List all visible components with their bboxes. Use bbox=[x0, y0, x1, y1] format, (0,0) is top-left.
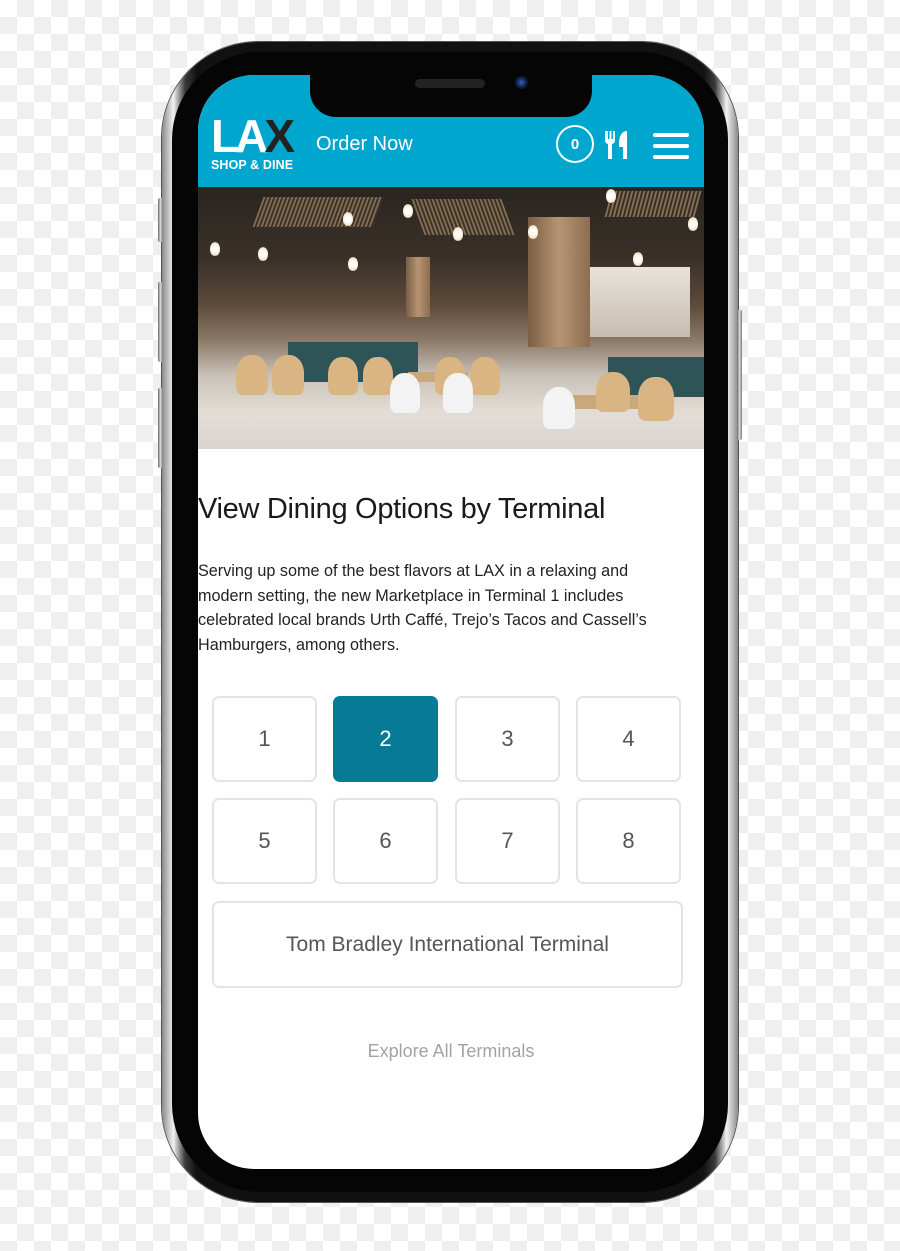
chair bbox=[543, 387, 575, 429]
pillar bbox=[528, 217, 590, 347]
terminal-2-button[interactable]: 2 bbox=[333, 696, 438, 782]
chair bbox=[363, 357, 393, 395]
speaker-grille bbox=[415, 79, 485, 88]
pendant-light bbox=[688, 217, 698, 231]
pendant-light bbox=[210, 242, 220, 256]
pendant-light bbox=[606, 189, 616, 203]
page-title: View Dining Options by Terminal bbox=[198, 493, 606, 525]
pendant-light bbox=[633, 252, 643, 266]
menu-line bbox=[653, 133, 689, 137]
pendant-light bbox=[348, 257, 358, 271]
ceiling-panel bbox=[411, 199, 515, 235]
phone-screen: LAX SHOP & DINE Order Now 0 View Dining … bbox=[198, 75, 704, 1169]
chair bbox=[596, 372, 630, 412]
chair bbox=[470, 357, 500, 395]
fork-knife-icon[interactable] bbox=[604, 130, 630, 160]
terminal-6-button[interactable]: 6 bbox=[333, 798, 438, 884]
terminal-5-button[interactable]: 5 bbox=[212, 798, 317, 884]
terminal-8-button[interactable]: 8 bbox=[576, 798, 681, 884]
cart-count: 0 bbox=[570, 135, 580, 153]
logo-x: X bbox=[264, 110, 295, 162]
pendant-light bbox=[528, 225, 538, 239]
pendant-light bbox=[343, 212, 353, 226]
shop-counter bbox=[590, 267, 690, 337]
logo-text: LA bbox=[211, 110, 268, 162]
chair bbox=[443, 373, 473, 413]
hero-image bbox=[198, 187, 704, 449]
intro-paragraph: Serving up some of the best flavors at L… bbox=[198, 562, 647, 654]
logo-subtitle: SHOP & DINE bbox=[211, 158, 294, 172]
terminal-4-button[interactable]: 4 bbox=[576, 696, 681, 782]
mute-switch bbox=[158, 198, 163, 242]
terminal-1-button[interactable]: 1 bbox=[212, 696, 317, 782]
volume-down-button bbox=[158, 388, 163, 468]
hamburger-menu-button[interactable] bbox=[653, 133, 689, 159]
menu-line bbox=[653, 144, 689, 148]
tom-bradley-terminal-button[interactable]: Tom Bradley International Terminal bbox=[212, 901, 683, 988]
chair bbox=[638, 377, 674, 421]
cart-count-button[interactable]: 0 bbox=[556, 125, 594, 163]
notch bbox=[310, 75, 592, 117]
front-camera bbox=[515, 76, 528, 89]
pendant-light bbox=[258, 247, 268, 261]
pendant-light bbox=[453, 227, 463, 241]
explore-all-terminals-link[interactable]: Explore All Terminals bbox=[198, 1041, 704, 1062]
chair bbox=[272, 355, 304, 395]
lax-logo[interactable]: LAX SHOP & DINE bbox=[211, 113, 301, 172]
chair bbox=[236, 355, 268, 395]
chair bbox=[328, 357, 358, 395]
pillar bbox=[406, 257, 430, 317]
chair bbox=[390, 373, 420, 413]
terminal-7-button[interactable]: 7 bbox=[455, 798, 560, 884]
volume-up-button bbox=[158, 282, 163, 362]
ceiling-panel bbox=[604, 191, 702, 217]
pendant-light bbox=[403, 204, 413, 218]
power-button bbox=[737, 310, 742, 440]
ceiling-panel bbox=[252, 197, 384, 227]
terminal-3-button[interactable]: 3 bbox=[455, 696, 560, 782]
order-now-link[interactable]: Order Now bbox=[316, 133, 413, 156]
menu-line bbox=[653, 155, 689, 159]
